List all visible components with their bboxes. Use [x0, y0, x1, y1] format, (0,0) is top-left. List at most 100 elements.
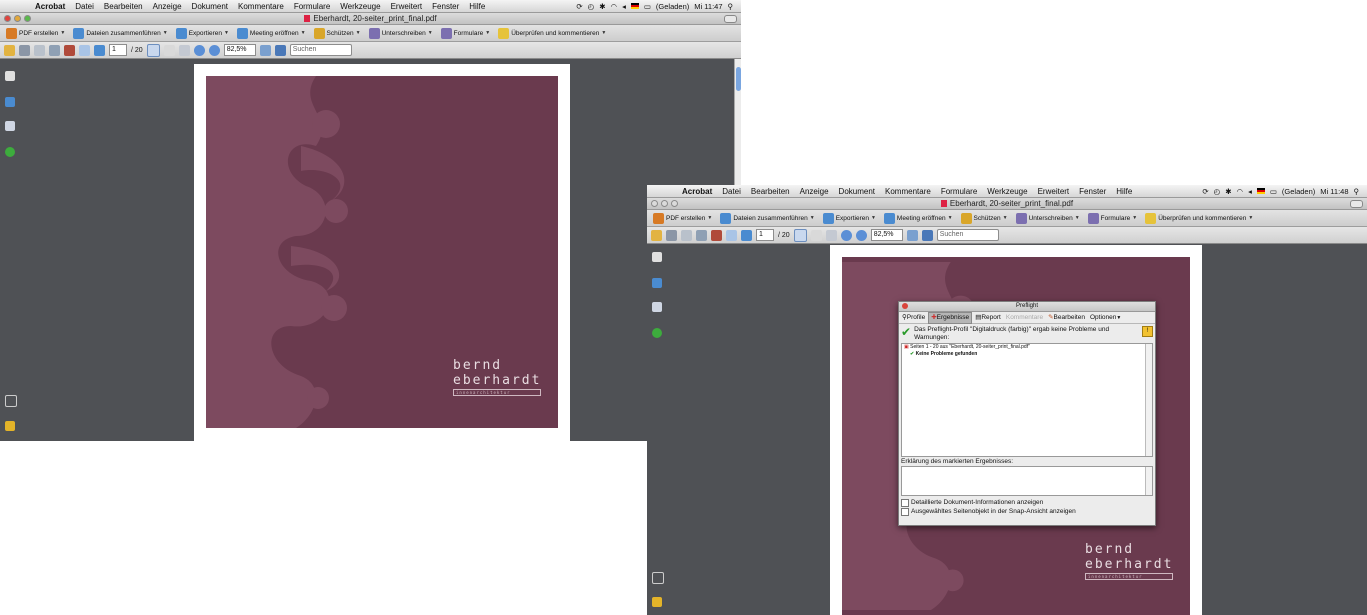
unterschreiben-button[interactable]: Unterschreiben ▼ — [366, 27, 436, 39]
pdf-erstellen-button[interactable]: PDF erstellen ▼ — [650, 212, 715, 224]
zoom-out-icon[interactable] — [840, 229, 852, 241]
unterschreiben-button[interactable]: Unterschreiben ▼ — [1013, 212, 1083, 224]
zoom-field[interactable]: 82,5% — [223, 44, 256, 56]
menu-formulare[interactable]: Formulare — [936, 187, 982, 196]
hand-tool-icon[interactable] — [163, 44, 175, 56]
results-scrollbar[interactable] — [1145, 344, 1152, 456]
attachments-icon[interactable] — [652, 572, 664, 584]
email-icon[interactable] — [49, 44, 60, 56]
tab-ergebnisse[interactable]: ✚Ergebnisse — [928, 311, 973, 324]
save-icon[interactable] — [34, 44, 45, 56]
menu-kommentare[interactable]: Kommentare — [880, 187, 936, 196]
schuetzen-button[interactable]: Schützen ▼ — [958, 212, 1011, 224]
next-page-icon[interactable] — [741, 229, 752, 241]
marquee-zoom-icon[interactable] — [825, 229, 837, 241]
meeting-eroeffnen-button[interactable]: Meeting eröffnen ▼ — [881, 212, 956, 224]
fit-page-icon[interactable] — [906, 229, 918, 241]
signatures-icon[interactable] — [652, 302, 662, 312]
bluetooth-icon[interactable]: ✱ — [599, 2, 605, 11]
formulare-button[interactable]: Formulare ▼ — [1085, 212, 1141, 224]
menu-erweitert[interactable]: Erweitert — [1033, 187, 1075, 196]
help-icon[interactable] — [652, 328, 662, 338]
print-icon[interactable] — [19, 44, 30, 56]
menu-dokument[interactable]: Dokument — [834, 187, 880, 196]
hand-tool-icon[interactable] — [810, 229, 822, 241]
sync-icon[interactable]: ⟳ — [1202, 187, 1208, 196]
open-folder-icon[interactable] — [651, 229, 662, 241]
ueberpruefen-button[interactable]: Überprüfen und kommentieren ▼ — [495, 27, 609, 39]
attachments-icon[interactable] — [5, 395, 17, 407]
menu-hilfe[interactable]: Hilfe — [464, 2, 490, 11]
menu-fenster[interactable]: Fenster — [1074, 187, 1111, 196]
menu-werkzeuge[interactable]: Werkzeuge — [982, 187, 1032, 196]
bookmarks-icon[interactable] — [652, 278, 662, 288]
toolbar-toggle-button[interactable] — [1350, 200, 1363, 208]
battery-icon[interactable]: ▭ — [644, 2, 651, 11]
open-folder-icon[interactable] — [4, 44, 15, 56]
page-number-field[interactable]: 1 — [756, 229, 774, 241]
dateien-zusammenfuehren-button[interactable]: Dateien zusammenführen ▼ — [70, 27, 170, 39]
select-tool-icon[interactable] — [146, 43, 160, 57]
pages-icon[interactable] — [652, 252, 662, 262]
results-list[interactable]: ▣ Seiten 1 - 20 aus "Eberhardt, 20-seite… — [901, 343, 1153, 457]
exportieren-button[interactable]: Exportieren ▼ — [820, 212, 879, 224]
volume-icon[interactable]: ◂ — [1248, 187, 1252, 196]
previous-page-icon[interactable] — [726, 229, 737, 241]
checkbox-snap-view[interactable]: Ausgewähltes Seitenobjekt in der Snap-An… — [899, 507, 1155, 516]
tab-kommentare[interactable]: Kommentare — [1004, 313, 1045, 323]
schuetzen-button[interactable]: Schützen ▼ — [311, 27, 364, 39]
sync-icon[interactable]: ⟳ — [576, 2, 582, 11]
flag-icon[interactable] — [1256, 188, 1265, 194]
next-page-icon[interactable] — [94, 44, 105, 56]
bluetooth-icon[interactable]: ✱ — [1225, 187, 1231, 196]
page-number-field[interactable]: 1 — [109, 44, 127, 56]
menu-fenster[interactable]: Fenster — [427, 2, 464, 11]
wifi-icon[interactable]: ◠ — [1237, 187, 1244, 196]
spotlight-icon[interactable]: ⚲ — [728, 2, 734, 11]
menu-datei[interactable]: Datei — [70, 2, 99, 11]
close-dialog-button[interactable] — [902, 303, 908, 309]
menu-acrobat[interactable]: Acrobat — [30, 2, 70, 11]
marquee-zoom-icon[interactable] — [178, 44, 190, 56]
scroll-thumb[interactable] — [736, 67, 741, 91]
clock[interactable]: Mi 11:48 — [1320, 187, 1348, 196]
save-icon[interactable] — [681, 229, 692, 241]
checkbox-document-info[interactable]: Detaillierte Dokument-Informationen anze… — [899, 498, 1155, 507]
help-icon[interactable] — [5, 147, 15, 157]
menu-datei[interactable]: Datei — [717, 187, 746, 196]
email-icon[interactable] — [696, 229, 707, 241]
collaborate-icon[interactable] — [711, 229, 722, 241]
menu-werkzeuge[interactable]: Werkzeuge — [335, 2, 385, 11]
comments-icon[interactable] — [5, 421, 15, 431]
result-row[interactable]: ▣ Seiten 1 - 20 aus "Eberhardt, 20-seite… — [902, 344, 1152, 351]
checkbox[interactable] — [901, 507, 909, 516]
menu-anzeige[interactable]: Anzeige — [148, 2, 187, 11]
signatures-icon[interactable] — [5, 121, 15, 131]
explanation-box[interactable] — [901, 466, 1153, 496]
tab-profile[interactable]: ⚲Profile — [900, 313, 927, 323]
comments-icon[interactable] — [652, 597, 662, 607]
toolbar-toggle-button[interactable] — [724, 15, 737, 23]
wifi-icon[interactable]: ◠ — [611, 2, 618, 11]
search-input[interactable]: Suchen — [289, 44, 352, 56]
tab-report[interactable]: ▤Report — [973, 313, 1003, 323]
warning-icon[interactable]: ! — [1142, 326, 1153, 337]
previous-page-icon[interactable] — [79, 44, 90, 56]
meeting-eroeffnen-button[interactable]: Meeting eröffnen ▼ — [234, 27, 309, 39]
menu-acrobat[interactable]: Acrobat — [677, 187, 717, 196]
menu-hilfe[interactable]: Hilfe — [1111, 187, 1137, 196]
menu-dokument[interactable]: Dokument — [187, 2, 233, 11]
explanation-scrollbar[interactable] — [1145, 467, 1152, 495]
menu-anzeige[interactable]: Anzeige — [795, 187, 834, 196]
time-machine-icon[interactable]: ◴ — [1214, 187, 1221, 196]
full-screen-icon[interactable] — [921, 229, 933, 241]
menu-bearbeiten[interactable]: Bearbeiten — [99, 2, 148, 11]
select-tool-icon[interactable] — [793, 228, 807, 242]
search-input[interactable]: Suchen — [936, 229, 999, 241]
collaborate-icon[interactable] — [64, 44, 75, 56]
spotlight-icon[interactable]: ⚲ — [1354, 187, 1360, 196]
zoom-field[interactable]: 82,5% — [870, 229, 903, 241]
menu-formulare[interactable]: Formulare — [289, 2, 335, 11]
battery-icon[interactable]: ▭ — [1270, 187, 1277, 196]
exportieren-button[interactable]: Exportieren ▼ — [173, 27, 232, 39]
